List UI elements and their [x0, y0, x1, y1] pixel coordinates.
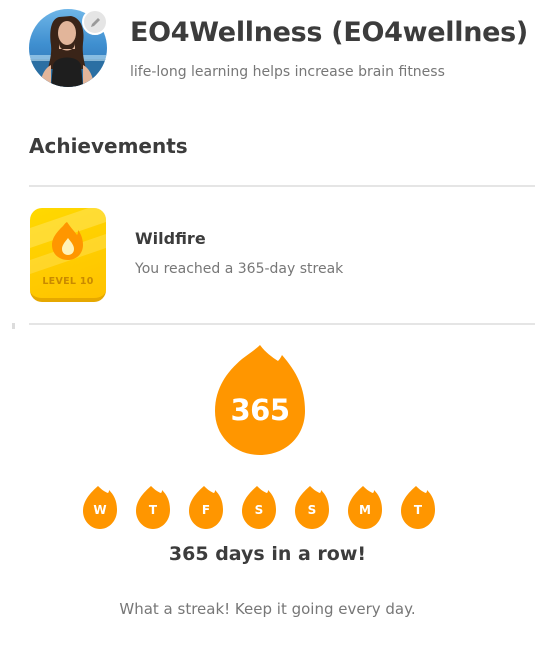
day-flame: T [400, 484, 436, 530]
day-flame: S [294, 484, 330, 530]
profile-header: EO4Wellness (EO4wellnes) life-long learn… [29, 9, 529, 89]
day-flame: W [82, 484, 118, 530]
day-flame: S [241, 484, 277, 530]
profile-tagline: life-long learning helps increase brain … [130, 64, 445, 80]
divider-bottom [29, 323, 535, 325]
day-flame: F [188, 484, 224, 530]
achievement-title: Wildfire [135, 229, 206, 248]
day-label: M [359, 503, 371, 517]
streak-headline: 365 days in a row! [168, 543, 367, 565]
profile-name: EO4Wellness (EO4wellnes) [130, 17, 528, 48]
day-label: F [201, 503, 211, 517]
edge-marker [12, 323, 15, 329]
day-label: T [413, 503, 423, 517]
streak-week: W T F S S M T [82, 484, 442, 534]
pencil-icon [90, 17, 100, 27]
divider-top [29, 185, 535, 187]
streak-count: 365 [230, 393, 290, 427]
streak-message: What a streak! Keep it going every day. [119, 600, 416, 618]
day-flame: T [135, 484, 171, 530]
achievement-level: LEVEL 10 [42, 276, 94, 287]
achievement-description: You reached a 365-day streak [135, 261, 344, 277]
day-flame: M [347, 484, 383, 530]
day-label: W [93, 503, 107, 517]
edit-avatar-button[interactable] [82, 9, 108, 35]
day-label: S [307, 503, 317, 517]
achievement-badge: LEVEL 10 [30, 208, 106, 302]
achievements-heading: Achievements [29, 134, 188, 158]
flame-icon [30, 208, 106, 274]
day-label: S [254, 503, 264, 517]
day-label: T [148, 503, 158, 517]
